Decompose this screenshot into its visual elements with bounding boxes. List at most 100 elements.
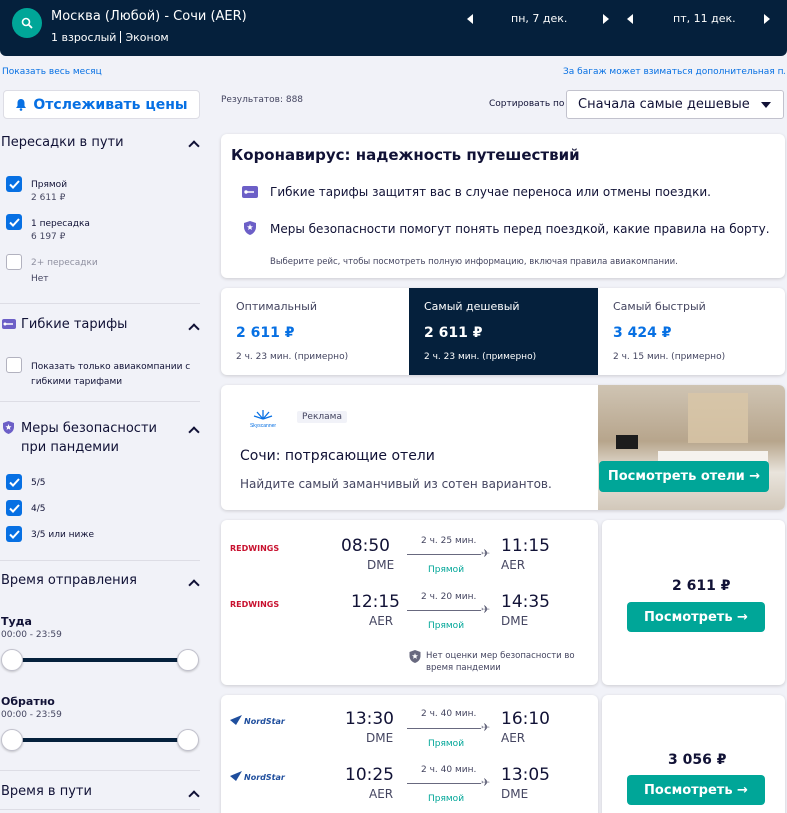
flight-itinerary-card[interactable]: NordStar 13:30 DME 2 ч. 40 мин. ✈ Прямой… xyxy=(221,695,598,813)
skyscanner-logo: Skyscanner xyxy=(250,410,276,429)
flight-price: 3 056 ₽ xyxy=(668,752,727,768)
divider xyxy=(0,401,200,402)
hotel-ad-card[interactable]: Skyscanner Реклама Сочи: потрясающие оте… xyxy=(221,385,785,510)
airline-logo: NordStar xyxy=(244,717,285,726)
safety-4-label: 4/5 xyxy=(31,504,46,514)
results-count: Результатов: 888 xyxy=(221,95,304,105)
next-date-back-icon[interactable] xyxy=(764,14,770,24)
checkbox-flexible-only[interactable] xyxy=(6,357,22,373)
checkbox-one-stop[interactable] xyxy=(6,214,22,230)
shield-icon xyxy=(244,221,256,235)
flexible-filter-title[interactable]: Гибкие тарифы xyxy=(21,317,127,332)
prev-date-back-icon[interactable] xyxy=(627,14,633,24)
passenger-cabin-summary[interactable]: 1 взрослый Эконом xyxy=(51,31,169,44)
route-line xyxy=(407,783,481,784)
outbound-slider-min-handle[interactable] xyxy=(1,649,23,671)
sort-label: Сортировать по xyxy=(489,99,565,109)
tab-cheapest-price: 2 611 ₽ xyxy=(424,325,483,341)
leg-duration: 2 ч. 40 мин. xyxy=(421,709,477,719)
checkbox-safety-4[interactable] xyxy=(6,500,22,516)
chevron-up-icon[interactable] xyxy=(188,426,200,438)
chevron-up-icon[interactable] xyxy=(188,790,200,802)
tab-cheapest[interactable]: Самый дешевый 2 611 ₽ 2 ч. 23 мин. (прим… xyxy=(409,288,598,375)
checkbox-safety-3-or-lower[interactable] xyxy=(6,526,22,542)
view-flight-button[interactable]: Посмотреть → xyxy=(627,602,765,632)
chevron-up-icon[interactable] xyxy=(188,140,200,152)
chevron-up-icon[interactable] xyxy=(188,323,200,335)
sort-value: Сначала самые дешевые xyxy=(578,97,750,112)
direct-price: 2 611 ₽ xyxy=(31,193,66,203)
return-slider-min-handle[interactable] xyxy=(1,729,23,751)
covid-info-card: Коронавирус: надежность путешествий Гибк… xyxy=(221,134,785,278)
tab-cheapest-duration: 2 ч. 23 мин. (примерно) xyxy=(424,352,537,362)
route-line xyxy=(407,728,481,729)
sort-select[interactable]: Сначала самые дешевые xyxy=(566,90,784,119)
date-back[interactable]: пт, 11 дек. xyxy=(673,12,736,25)
tab-best[interactable]: Оптимальный 2 611 ₽ 2 ч. 23 мин. (пример… xyxy=(221,288,409,375)
stops-label: Прямой xyxy=(428,794,465,804)
stops-label: Прямой xyxy=(428,739,465,749)
track-prices-label: Отслеживать цены xyxy=(33,96,188,113)
departure-airport: AER xyxy=(369,787,394,801)
checkbox-two-plus-stops[interactable] xyxy=(6,254,22,270)
outbound-slider-max-handle[interactable] xyxy=(177,649,199,671)
tab-best-price: 2 611 ₽ xyxy=(236,325,295,341)
stops-label: Прямой xyxy=(428,621,465,631)
price-panel: 3 056 ₽ Посмотреть → xyxy=(602,695,785,813)
divider xyxy=(0,560,200,561)
search-icon[interactable] xyxy=(12,8,42,38)
divider xyxy=(0,770,200,771)
covid-note: Выберите рейс, чтобы посмотреть полную и… xyxy=(270,257,678,267)
two-plus-stops-label: 2+ пересадки xyxy=(31,258,98,268)
one-stop-label: 1 пересадка xyxy=(31,219,90,229)
return-slider-track[interactable] xyxy=(12,738,188,742)
departure-airport: DME xyxy=(366,731,394,745)
airline-logo: NordStar xyxy=(244,773,285,782)
chevron-up-icon[interactable] xyxy=(188,579,200,591)
outbound-slider-track[interactable] xyxy=(12,658,188,662)
arrival-time: 16:10 xyxy=(501,709,550,729)
check-icon xyxy=(8,179,20,189)
plane-icon: ✈ xyxy=(481,776,491,789)
divider xyxy=(0,809,200,810)
tab-fastest-label: Самый быстрый xyxy=(613,300,706,313)
departure-time: 10:25 xyxy=(345,765,394,785)
view-flight-button[interactable]: Посмотреть → xyxy=(627,775,765,805)
track-prices-button[interactable]: Отслеживать цены xyxy=(3,90,200,119)
next-date-out-icon[interactable] xyxy=(603,14,609,24)
leg-duration: 2 ч. 20 мин. xyxy=(421,592,477,602)
tab-best-label: Оптимальный xyxy=(236,300,317,313)
duration-filter-title[interactable]: Время в пути xyxy=(1,784,92,799)
outbound-range: 00:00 - 23:59 xyxy=(1,630,62,640)
prev-date-out-icon[interactable] xyxy=(467,14,473,24)
price-panel: 2 611 ₽ Посмотреть → xyxy=(602,520,785,685)
tab-fastest[interactable]: Самый быстрый 3 424 ₽ 2 ч. 15 мин. (прим… xyxy=(598,288,785,375)
route-title[interactable]: Москва (Любой) - Сочи (AER) xyxy=(51,9,247,24)
date-out[interactable]: пн, 7 дек. xyxy=(511,12,567,25)
departure-airport: DME xyxy=(367,558,395,572)
flight-itinerary-card[interactable]: REDWINGS 08:50 DME 2 ч. 25 мин. ✈ Прямой… xyxy=(221,520,598,685)
search-summary-header[interactable]: Москва (Любой) - Сочи (AER) 1 взрослый Эк… xyxy=(0,0,787,56)
flexible-only-label: Показать только авиакомпании с гибкими т… xyxy=(31,362,191,387)
flexible-ticket-icon xyxy=(242,186,258,198)
view-hotels-button[interactable]: Посмотреть отели → xyxy=(599,461,769,492)
passengers-label: 1 взрослый xyxy=(51,31,117,44)
safety-note: Нет оценки мер безопасности во время пан… xyxy=(426,651,575,673)
tab-fastest-price: 3 424 ₽ xyxy=(613,325,672,341)
departure-time-filter-title[interactable]: Время отправления xyxy=(1,573,137,588)
divider xyxy=(0,303,200,304)
checkbox-direct[interactable] xyxy=(6,176,22,192)
baggage-fee-link[interactable]: За багаж может взиматься дополнительная … xyxy=(563,67,785,77)
flight-price: 2 611 ₽ xyxy=(672,578,731,594)
leg-duration: 2 ч. 40 мин. xyxy=(421,765,477,775)
departure-airport: AER xyxy=(369,614,394,628)
safety-filter-title[interactable]: Меры безопасности при пандемии xyxy=(21,419,181,457)
return-range: 00:00 - 23:59 xyxy=(1,710,62,720)
checkbox-safety-5[interactable] xyxy=(6,474,22,490)
cabin-label: Эконом xyxy=(125,31,169,44)
arrival-time: 14:35 xyxy=(501,592,550,612)
show-month-link[interactable]: Показать весь месяц xyxy=(2,67,102,77)
return-slider-max-handle[interactable] xyxy=(177,729,199,751)
stops-filter-title[interactable]: Пересадки в пути xyxy=(1,135,124,150)
check-icon xyxy=(8,503,20,513)
